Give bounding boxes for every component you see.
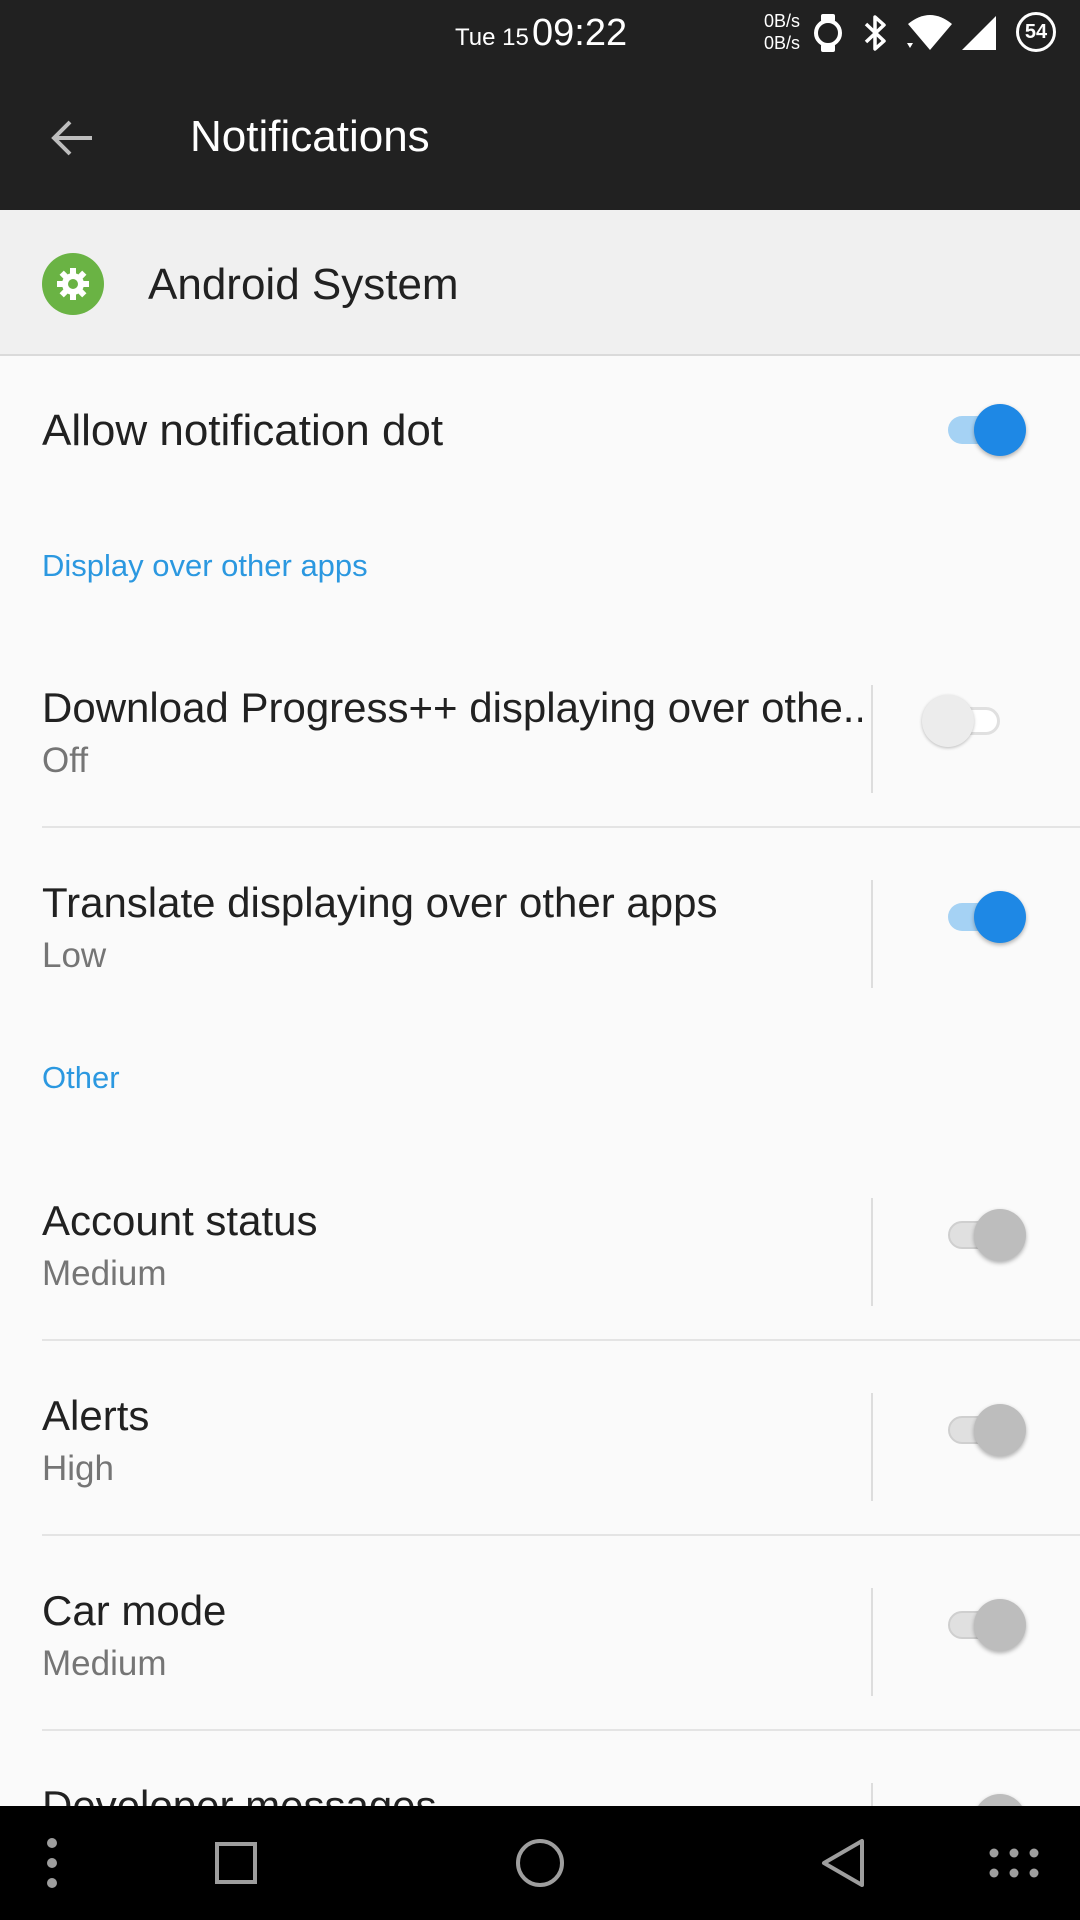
more-button[interactable] xyxy=(974,1823,1054,1903)
download-speed: 0B/s xyxy=(763,33,800,53)
row-separator xyxy=(871,1588,873,1696)
menu-button[interactable] xyxy=(12,1823,92,1903)
row-separator xyxy=(871,1393,873,1501)
notification-dot-switch[interactable] xyxy=(938,400,1026,460)
recents-icon xyxy=(215,1842,257,1884)
row-separator xyxy=(871,1198,873,1306)
channel-summary: Medium xyxy=(42,1254,167,1293)
channel-row[interactable]: Developer messages xyxy=(0,1731,1080,1806)
home-button[interactable] xyxy=(500,1823,580,1903)
home-icon xyxy=(516,1839,564,1887)
back-button[interactable] xyxy=(36,102,108,174)
gear-icon xyxy=(57,268,89,300)
row-separator xyxy=(871,880,873,988)
recents-button[interactable] xyxy=(196,1823,276,1903)
cell-signal-icon xyxy=(962,16,996,50)
section-header-other: Other xyxy=(42,1060,120,1095)
status-date: Tue 15 xyxy=(455,24,529,51)
channel-switch[interactable] xyxy=(938,887,1026,947)
app-icon xyxy=(42,253,104,315)
row-separator xyxy=(871,685,873,793)
notification-dot-label: Allow notification dot xyxy=(42,406,444,455)
page-title: Notifications xyxy=(190,112,430,161)
channel-row[interactable]: Car mode Medium xyxy=(0,1536,1080,1731)
back-icon xyxy=(822,1839,864,1887)
section-header-display-over-apps: Display over other apps xyxy=(42,548,368,583)
settings-list: Allow notification dot Display over othe… xyxy=(0,356,1080,1806)
channel-row[interactable]: Account status Medium xyxy=(0,1146,1080,1341)
app-header: Android System xyxy=(0,210,1080,356)
channel-title: Alerts xyxy=(42,1392,150,1439)
navigation-bar xyxy=(0,1806,1080,1920)
row-separator xyxy=(871,1783,873,1806)
channel-title: Download Progress++ displaying over othe… xyxy=(42,684,862,731)
channel-title: Developer messages xyxy=(42,1782,437,1806)
battery-icon: 54 xyxy=(1016,12,1056,52)
channel-summary: High xyxy=(42,1449,114,1488)
app-name: Android System xyxy=(148,260,459,309)
channel-row[interactable]: Alerts High xyxy=(0,1341,1080,1536)
channel-title: Translate displaying over other apps xyxy=(42,879,718,926)
status-bar: Tue 15 09:22 0B/s 0B/s 54 xyxy=(0,0,1080,66)
battery-level: 54 xyxy=(1024,20,1048,43)
arrow-back-icon xyxy=(51,120,92,156)
channel-switch[interactable] xyxy=(938,1205,1026,1265)
channel-switch[interactable] xyxy=(938,1790,1026,1806)
notification-dot-row[interactable]: Allow notification dot xyxy=(0,356,1080,506)
channel-title: Car mode xyxy=(42,1587,227,1634)
status-time: 09:22 xyxy=(532,12,628,54)
channel-switch[interactable] xyxy=(922,691,1010,751)
channel-title: Account status xyxy=(42,1197,318,1244)
channel-switch[interactable] xyxy=(938,1595,1026,1655)
channel-summary: Off xyxy=(42,741,89,780)
bluetooth-icon xyxy=(864,15,886,51)
upload-speed: 0B/s xyxy=(763,11,800,31)
channel-switch[interactable] xyxy=(938,1400,1026,1460)
watch-icon xyxy=(814,14,842,52)
channel-row[interactable]: Download Progress++ displaying over othe… xyxy=(0,633,1080,828)
more-vertical-icon xyxy=(47,1838,57,1888)
channel-summary: Low xyxy=(42,936,107,975)
channel-summary: Medium xyxy=(42,1644,167,1683)
app-bar: Notifications xyxy=(0,66,1080,210)
nav-back-button[interactable] xyxy=(804,1823,884,1903)
network-speed: 0B/s 0B/s xyxy=(750,10,800,54)
channel-row[interactable]: Translate displaying over other apps Low xyxy=(0,828,1080,1023)
wifi-icon xyxy=(907,15,952,50)
more-horizontal-icon xyxy=(989,1848,1039,1878)
